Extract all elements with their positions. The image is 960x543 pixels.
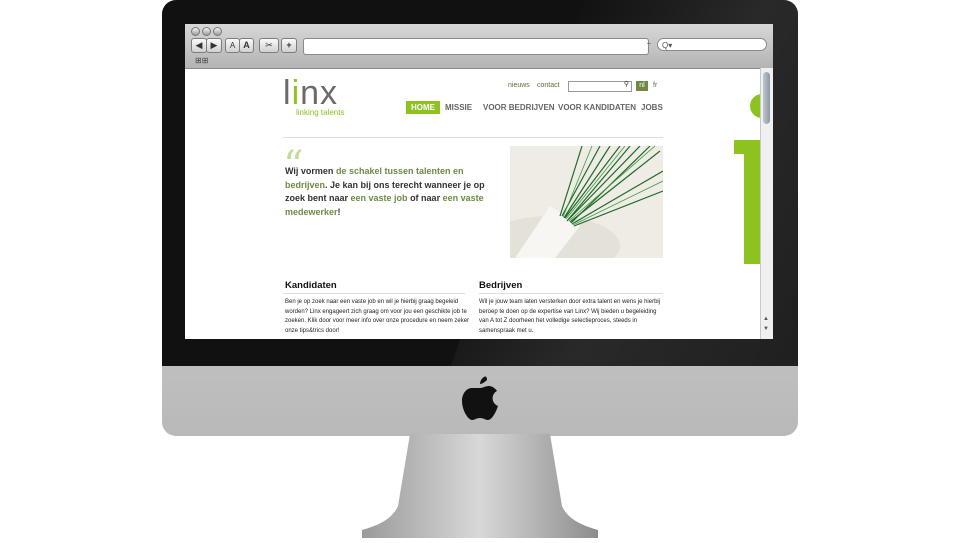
zoom-window-button[interactable] <box>213 27 222 36</box>
language-fr-link[interactable]: fr <box>653 82 657 89</box>
apple-logo-icon <box>460 376 500 424</box>
forward-button[interactable]: ▶ <box>206 38 222 53</box>
companies-divider <box>479 293 663 294</box>
bookmarks-icon[interactable]: ⊞⊞ <box>195 56 208 65</box>
logo-wordmark: linx <box>283 74 339 112</box>
back-button[interactable]: ◀ <box>191 38 207 53</box>
companies-heading: Bedrijven <box>479 280 523 291</box>
site-search-input[interactable]: ⚲ <box>568 81 632 92</box>
site-logo[interactable]: linx linking talents <box>283 76 344 117</box>
text-larger-button[interactable]: A <box>239 38 254 53</box>
search-icon[interactable]: ⚲ <box>624 80 629 88</box>
add-bookmark-button[interactable]: + <box>281 38 297 53</box>
monitor-stand <box>362 434 598 538</box>
nav-missie[interactable]: MISSIE <box>445 103 472 112</box>
divider <box>283 137 663 138</box>
intro-text: Wij vormen de schakel tussen talenten en… <box>285 166 485 217</box>
companies-text: Wil je jouw team laten versterken door e… <box>479 299 661 334</box>
text-smaller-button[interactable]: A <box>225 38 240 53</box>
nav-jobs[interactable]: JOBS <box>641 103 663 112</box>
candidates-heading: Kandidaten <box>285 280 337 291</box>
snippet-button[interactable]: ✂ <box>259 38 279 53</box>
language-nl-button[interactable]: nl <box>636 81 648 91</box>
decorative-letter-i <box>734 94 773 264</box>
scroll-up-icon[interactable]: ▲ <box>763 316 769 322</box>
candidates-text: Ben je op zoek naar een vaste job en wil… <box>285 299 470 334</box>
close-window-button[interactable] <box>191 27 200 36</box>
scrollbar-thumb[interactable] <box>763 72 770 124</box>
news-link[interactable]: nieuws <box>508 82 530 89</box>
scroll-down-icon[interactable]: ▼ <box>763 326 769 332</box>
logo-tagline: linking talents <box>296 108 345 117</box>
contact-link[interactable]: contact <box>537 82 560 89</box>
vertical-scrollbar[interactable]: ▲ ▼ <box>760 68 773 339</box>
browser-search-field[interactable]: Q▾ <box>657 38 767 51</box>
nav-home[interactable]: HOME <box>406 101 440 114</box>
nav-voor-bedrijven[interactable]: VOOR BEDRIJVEN <box>483 103 555 112</box>
address-bar[interactable] <box>303 38 649 55</box>
screen: ◀ ▶ A A ✂ + – Q▾ ⊞⊞ linx linking talents… <box>185 24 773 339</box>
minimize-window-button[interactable] <box>202 27 211 36</box>
browser-toolbar: ◀ ▶ A A ✂ + – Q▾ ⊞⊞ <box>185 24 773 69</box>
url-separator: – <box>647 40 651 47</box>
nav-voor-kandidaten[interactable]: VOOR KANDIDATEN <box>558 103 636 112</box>
hero-image <box>510 146 663 258</box>
candidates-divider <box>283 293 465 294</box>
